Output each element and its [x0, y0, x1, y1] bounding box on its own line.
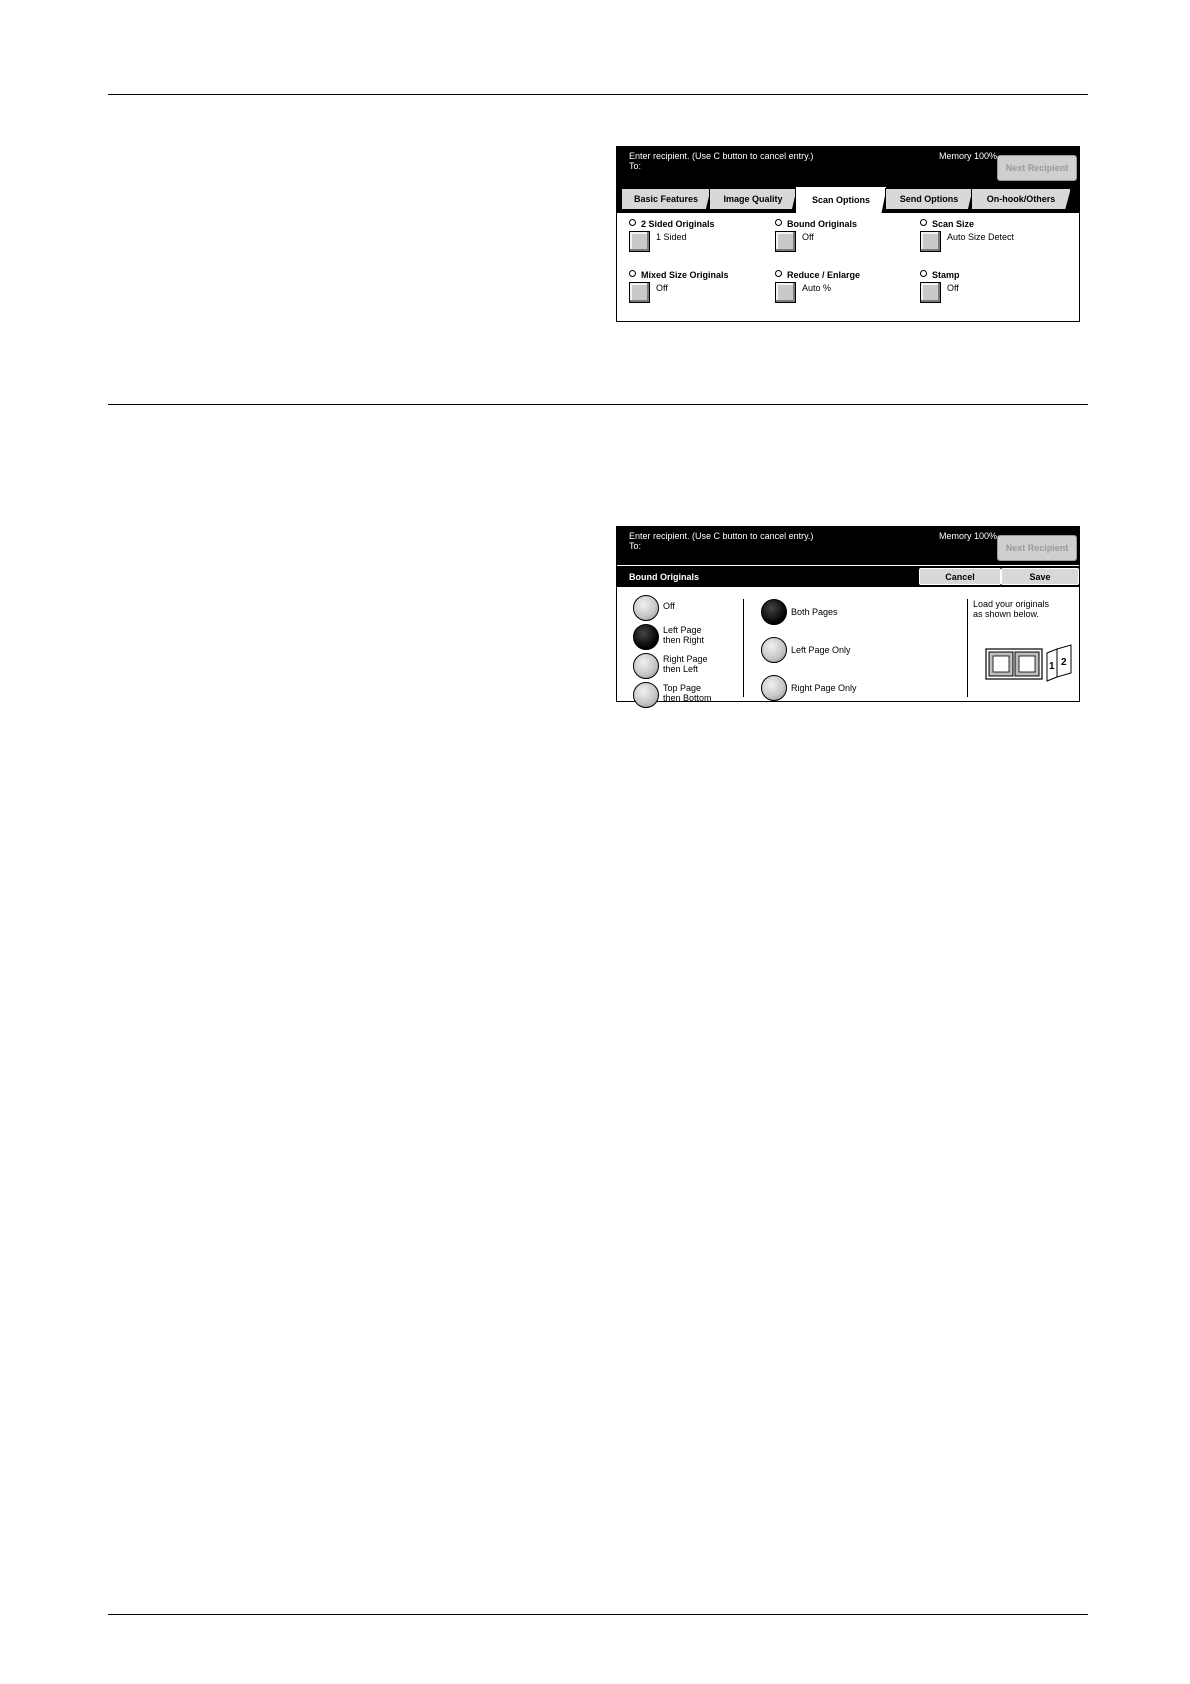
scan-options-panel: 2 Sided Originals 1 Sided Bound Original… — [617, 213, 1079, 323]
message-bar: Enter recipient. (Use C button to cancel… — [617, 527, 1079, 565]
indicator-dot-icon — [775, 270, 782, 277]
bottom-rule — [108, 1614, 1088, 1615]
label-line-1: Left Page — [663, 625, 702, 635]
indicator-dot-icon — [920, 270, 927, 277]
bound-originals-button[interactable] — [775, 231, 796, 252]
book-page-2-label: 2 — [1061, 657, 1067, 668]
option-value: Off — [656, 283, 668, 293]
option-title: Scan Size — [932, 219, 975, 229]
radio-both-pages-label: Both Pages — [791, 607, 838, 617]
message-line-2: To: — [629, 161, 642, 171]
indicator-dot-icon — [775, 219, 782, 226]
middle-rule — [108, 404, 1088, 405]
bound-originals-body: Off Left Page then Right Right Page then… — [617, 587, 1079, 708]
radio-right-page-only[interactable] — [761, 675, 787, 701]
tab-scan-options[interactable]: Scan Options — [795, 186, 887, 213]
option-value: Off — [802, 232, 814, 242]
radio-right-page-then-left-label: Right Page then Left — [663, 654, 708, 674]
next-recipient-button[interactable]: Next Recipient — [997, 535, 1077, 561]
reduce-enlarge-button[interactable] — [775, 282, 796, 303]
memory-indicator: Memory 100% — [939, 151, 998, 161]
next-recipient-button[interactable]: Next Recipient — [997, 155, 1077, 181]
indicator-dot-icon — [920, 219, 927, 226]
radio-off[interactable] — [633, 595, 659, 621]
radio-both-pages[interactable] — [761, 599, 787, 625]
radio-left-page-only[interactable] — [761, 637, 787, 663]
mixed-size-originals-button[interactable] — [629, 282, 650, 303]
option-title: 2 Sided Originals — [641, 219, 715, 229]
tab-on-hook-others[interactable]: On-hook/Others — [971, 188, 1071, 210]
divider-left — [743, 599, 744, 697]
scan-size-button[interactable] — [920, 231, 941, 252]
label-line-2: then Right — [663, 635, 705, 645]
tab-basic-features[interactable]: Basic Features — [621, 188, 711, 210]
option-value: Off — [947, 283, 959, 293]
message-line-1: Enter recipient. (Use C button to cancel… — [629, 151, 814, 161]
indicator-dot-icon — [629, 219, 636, 226]
option-stamp: Stamp Off — [920, 270, 1060, 314]
option-bound-originals: Bound Originals Off — [775, 219, 915, 263]
radio-off-label: Off — [663, 601, 675, 611]
radio-left-page-then-right[interactable] — [633, 624, 659, 650]
scan-options-screen: Enter recipient. (Use C button to cancel… — [616, 146, 1080, 322]
message-bar: Enter recipient. (Use C button to cancel… — [617, 147, 1079, 185]
radio-top-page-then-bottom[interactable] — [633, 682, 659, 708]
option-value: Auto % — [802, 283, 832, 293]
option-value: Auto Size Detect — [947, 232, 1015, 242]
label-line-1: Right Page — [663, 654, 708, 664]
label-line-2: then Bottom — [663, 693, 712, 703]
2-sided-originals-button[interactable] — [629, 231, 650, 252]
radio-left-page-only-label: Left Page Only — [791, 645, 851, 655]
label-line-2: then Left — [663, 664, 699, 674]
option-2-sided-originals: 2 Sided Originals 1 Sided — [629, 219, 769, 263]
tab-image-quality[interactable]: Image Quality — [709, 188, 797, 210]
book-original-icon: 1 2 — [985, 644, 1072, 682]
tab-send-options[interactable]: Send Options — [885, 188, 973, 210]
page-title: Bound Originals — [629, 572, 700, 582]
option-title: Reduce / Enlarge — [787, 270, 861, 280]
message-line-1: Enter recipient. (Use C button to cancel… — [629, 531, 814, 541]
load-line-2: as shown below. — [973, 609, 1040, 619]
option-value: 1 Sided — [656, 232, 687, 242]
stamp-button[interactable] — [920, 282, 941, 303]
load-line-1: Load your originals — [973, 599, 1050, 609]
divider-right — [967, 599, 968, 697]
option-title: Mixed Size Originals — [641, 270, 729, 280]
memory-indicator: Memory 100% — [939, 531, 998, 541]
option-title: Bound Originals — [787, 219, 858, 229]
cancel-button[interactable]: Cancel — [919, 568, 1001, 585]
radio-top-page-then-bottom-label: Top Page then Bottom — [663, 683, 712, 703]
load-instructions: Load your originals as shown below. — [973, 599, 1049, 619]
title-bar: Bound Originals Cancel Save — [617, 566, 1079, 587]
bound-originals-screen: Enter recipient. (Use C button to cancel… — [616, 526, 1080, 708]
radio-left-page-then-right-label: Left Page then Right — [663, 625, 704, 645]
tab-bar: Basic Features Image Quality Scan Option… — [617, 185, 1079, 213]
radio-right-page-only-label: Right Page Only — [791, 683, 857, 693]
option-scan-size: Scan Size Auto Size Detect — [920, 219, 1060, 263]
book-page-1-label: 1 — [1049, 661, 1055, 672]
message-line-2: To: — [629, 541, 642, 551]
option-mixed-size-originals: Mixed Size Originals Off — [629, 270, 769, 314]
radio-right-page-then-left[interactable] — [633, 653, 659, 679]
top-rule — [108, 94, 1088, 95]
option-reduce-enlarge: Reduce / Enlarge Auto % — [775, 270, 915, 314]
label-line-1: Top Page — [663, 683, 702, 693]
option-title: Stamp — [932, 270, 960, 280]
save-button[interactable]: Save — [1001, 568, 1079, 585]
indicator-dot-icon — [629, 270, 636, 277]
